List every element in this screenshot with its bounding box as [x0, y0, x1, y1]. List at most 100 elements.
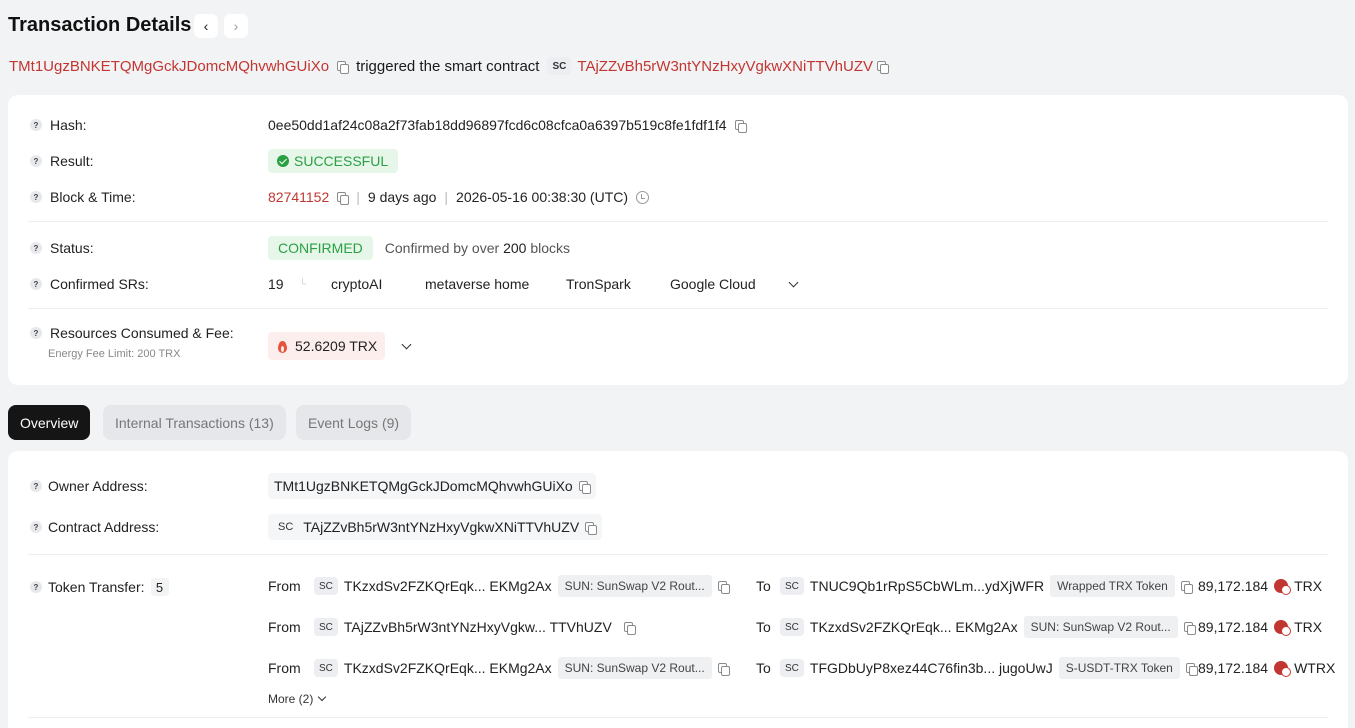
chevron-down-icon[interactable] — [788, 277, 799, 287]
help-icon[interactable]: ? — [30, 480, 42, 492]
help-icon[interactable]: ? — [30, 327, 42, 339]
tab-event-logs[interactable]: Event Logs (9) — [296, 405, 412, 440]
transfer-amount: 89,172.184 — [1198, 578, 1269, 594]
divider — [28, 221, 1328, 222]
to-label: To — [756, 660, 771, 676]
action-text: triggered the smart contract — [356, 57, 540, 75]
from-address-link[interactable]: TMt1UgzBNKETQMgGckJDomcMQhvwhGUiXo — [9, 58, 329, 75]
trx-token-icon — [1274, 661, 1292, 677]
help-icon[interactable]: ? — [30, 581, 42, 593]
divider — [28, 308, 1328, 309]
owner-address-label: ? Owner Address: — [30, 478, 148, 494]
sc-badge: SC — [780, 618, 804, 636]
sr-name[interactable]: TronSpark — [566, 276, 670, 292]
contract-address-box: SC TAjZZvBh5rW3ntYNzHxyVgkwXNiTTVhUZV — [268, 514, 603, 540]
to-label: To — [756, 619, 771, 635]
tab-internal-transactions[interactable]: Internal Transactions (13) — [103, 405, 286, 440]
from-address-link[interactable]: TKzxdSv2FZKQrEqk... EKMg2Ax — [344, 578, 552, 594]
copy-icon[interactable] — [717, 580, 730, 594]
from-label: From — [268, 619, 301, 635]
owner-address-box: TMt1UgzBNKETQMgGckJDomcMQhvwhGUiXo — [268, 473, 596, 499]
sc-badge: SC — [780, 577, 804, 595]
sc-badge: SC — [278, 521, 294, 533]
separator: | — [444, 189, 449, 205]
hash-label: ? Hash: — [30, 117, 87, 133]
fee-badge: 52.6209 TRX — [268, 332, 386, 360]
copy-icon[interactable] — [717, 662, 730, 676]
copy-icon[interactable] — [337, 60, 350, 74]
timestamp: 2026-05-16 00:38:30 (UTC) — [456, 189, 629, 205]
copy-icon[interactable] — [623, 621, 636, 635]
timezone-switch-icon[interactable] — [636, 190, 650, 204]
sr-name[interactable]: metaverse home — [425, 276, 566, 292]
to-address-link[interactable]: TNUC9Qb1rRpS5CbWLm...ydXjWFR — [810, 578, 1044, 594]
to-label: To — [756, 578, 771, 594]
time-ago: 9 days ago — [367, 189, 437, 205]
trx-token-icon — [1274, 579, 1292, 595]
copy-icon[interactable] — [1180, 580, 1193, 594]
address-tag: S-USDT-TRX Token — [1058, 657, 1180, 679]
address-tag: Wrapped TRX Token — [1050, 575, 1175, 597]
status-label: ? Status: — [30, 240, 94, 256]
token-symbol-link[interactable]: TRX — [1294, 578, 1322, 594]
token-transfer-label: ? Token Transfer: 5 — [30, 578, 169, 596]
sr-name[interactable]: Google Cloud — [670, 276, 790, 292]
separator: | — [356, 189, 360, 205]
token-symbol-link[interactable]: WTRX — [1294, 660, 1335, 676]
chevron-right-icon: › — [233, 18, 239, 34]
confirmed-srs-list: 19 └ cryptoAI metaverse home TronSpark G… — [268, 276, 799, 292]
energy-fee-limit: Energy Fee Limit: 200 TRX — [48, 348, 181, 360]
contract-address-link[interactable]: TAjZZvBh5rW3ntYNzHxyVgkwXNiTTVhUZV — [303, 519, 579, 535]
confirmed-srs-label: ? Confirmed SRs: — [30, 276, 149, 292]
tab-overview[interactable]: Overview — [8, 405, 91, 440]
copy-icon[interactable] — [734, 119, 747, 133]
owner-address-link[interactable]: TMt1UgzBNKETQMgGckJDomcMQhvwhGUiXo — [274, 478, 573, 494]
address-tag: SUN: SunSwap V2 Rout... — [557, 575, 712, 597]
prev-transaction-button[interactable]: ‹ — [194, 14, 218, 38]
token-transfer-row: From SC TAjZZvBh5rW3ntYNzHxyVgkw... TTVh… — [268, 616, 1322, 638]
from-address-link[interactable]: TKzxdSv2FZKQrEqk... EKMg2Ax — [344, 660, 552, 676]
sr-name[interactable]: cryptoAI — [331, 276, 425, 292]
contract-address-label: ? Contract Address: — [30, 519, 159, 535]
transaction-summary-line: TMt1UgzBNKETQMgGckJDomcMQhvwhGUiXo trigg… — [9, 57, 889, 75]
address-tag: SUN: SunSwap V2 Rout... — [1023, 616, 1178, 638]
token-transfer-row: From SC TKzxdSv2FZKQrEqk... EKMg2Ax SUN:… — [268, 657, 1335, 679]
next-transaction-button[interactable]: › — [224, 14, 248, 38]
sr-avatar: └ — [299, 278, 307, 290]
help-icon[interactable]: ? — [30, 521, 42, 533]
copy-icon[interactable] — [877, 60, 889, 74]
transfer-amount: 89,172.184 — [1198, 660, 1269, 676]
more-transfers-button[interactable]: More (2) — [268, 692, 327, 706]
copy-icon[interactable] — [1185, 662, 1198, 676]
token-symbol-link[interactable]: TRX — [1294, 619, 1322, 635]
hash-text: 0ee50dd1af24c08a2f73fab18dd96897fcd6c08c… — [268, 117, 727, 133]
copy-icon[interactable] — [337, 191, 350, 205]
copy-icon[interactable] — [578, 480, 591, 494]
chevron-left-icon: ‹ — [203, 18, 209, 34]
resources-label: ? Resources Consumed & Fee: — [30, 325, 234, 341]
help-icon[interactable]: ? — [30, 242, 42, 254]
copy-icon[interactable] — [585, 521, 598, 535]
block-time-label: ? Block & Time: — [30, 189, 136, 205]
from-label: From — [268, 578, 301, 594]
block-number-link[interactable]: 82741152 — [268, 189, 329, 205]
confirmation-note: Confirmed by over 200 blocks — [384, 240, 570, 256]
token-transfer-count: 5 — [150, 578, 169, 596]
transfer-amount: 89,172.184 — [1198, 619, 1269, 635]
copy-icon[interactable] — [1183, 621, 1196, 635]
from-address-link[interactable]: TAjZZvBh5rW3ntYNzHxyVgkw... TTVhUZV — [344, 619, 612, 635]
help-icon[interactable]: ? — [30, 278, 42, 290]
result-label: ? Result: — [30, 153, 94, 169]
token-transfer-row: From SC TKzxdSv2FZKQrEqk... EKMg2Ax SUN:… — [268, 575, 1322, 597]
help-icon[interactable]: ? — [30, 191, 42, 203]
help-icon[interactable]: ? — [30, 119, 42, 131]
address-tag: SUN: SunSwap V2 Rout... — [557, 657, 712, 679]
status-value: CONFIRMED Confirmed by over 200 blocks — [268, 236, 570, 260]
to-address-link[interactable]: TFGDbUyP8xez44C76fin3b... jugoUwJ — [810, 660, 1053, 676]
divider — [28, 717, 1328, 718]
to-address-link[interactable]: TKzxdSv2FZKQrEqk... EKMg2Ax — [810, 619, 1018, 635]
chevron-down-icon[interactable] — [401, 339, 412, 349]
contract-address-link[interactable]: TAjZZvBh5rW3ntYNzHxyVgkwXNiTTVhUZV — [577, 58, 873, 75]
flame-icon — [278, 340, 287, 353]
help-icon[interactable]: ? — [30, 155, 42, 167]
